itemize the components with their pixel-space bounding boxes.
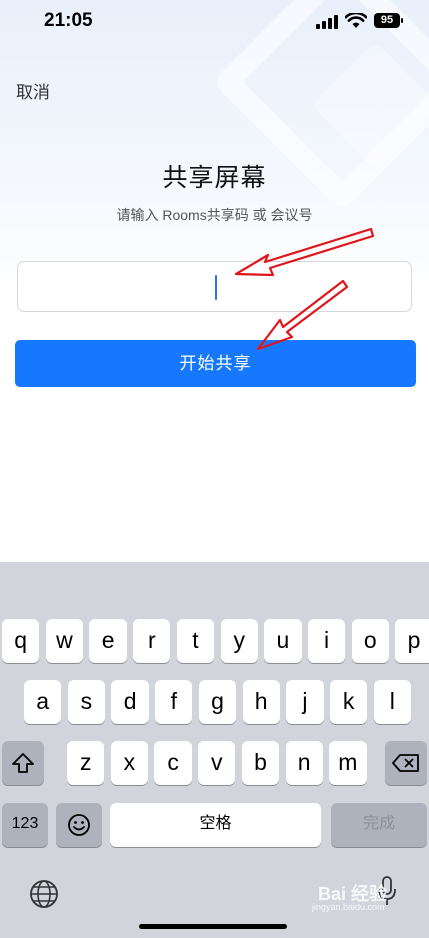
key-t[interactable]: t: [176, 619, 215, 663]
key-a[interactable]: a: [24, 680, 62, 724]
wifi-icon: [345, 13, 367, 28]
backspace-key[interactable]: [385, 741, 427, 785]
emoji-icon: [68, 814, 90, 836]
key-n[interactable]: n: [285, 741, 323, 785]
key-v[interactable]: v: [198, 741, 236, 785]
key-z[interactable]: z: [67, 741, 105, 785]
key-d[interactable]: d: [111, 680, 149, 724]
key-g[interactable]: g: [198, 680, 237, 724]
page-title: 共享屏幕: [162, 164, 267, 192]
home-indicator: [139, 924, 287, 929]
key-c[interactable]: c: [154, 741, 192, 785]
key-h[interactable]: h: [242, 680, 280, 724]
key-r[interactable]: r: [133, 619, 171, 663]
done-key[interactable]: 完成: [331, 803, 427, 847]
key-k[interactable]: k: [329, 680, 368, 724]
numbers-key[interactable]: 123: [2, 803, 48, 847]
emoji-key[interactable]: [56, 803, 102, 847]
shift-key[interactable]: [2, 741, 44, 785]
share-code-input[interactable]: [17, 261, 412, 312]
cellular-signal-icon: [316, 15, 338, 29]
key-s[interactable]: s: [67, 680, 106, 724]
status-time: 21:05: [44, 10, 93, 31]
shift-icon: [12, 753, 34, 773]
status-bar: 21:05 95: [0, 0, 429, 46]
key-w[interactable]: w: [45, 619, 84, 663]
page-subtitle: 请输入 Rooms共享码 或 会议号: [116, 207, 313, 223]
key-e[interactable]: e: [89, 619, 127, 663]
key-m[interactable]: m: [329, 741, 367, 785]
space-key[interactable]: 空格: [110, 803, 321, 847]
key-l[interactable]: l: [373, 680, 411, 724]
key-i[interactable]: i: [307, 619, 346, 663]
text-caret: [215, 275, 217, 300]
key-p[interactable]: p: [395, 619, 429, 663]
watermark-url: jingyan.baidu.com: [312, 902, 385, 912]
key-f[interactable]: f: [155, 680, 193, 724]
battery-tip: [401, 18, 403, 23]
start-sharing-button[interactable]: 开始共享: [15, 340, 416, 387]
key-u[interactable]: u: [264, 619, 302, 663]
cancel-button[interactable]: 取消: [16, 78, 50, 103]
globe-icon[interactable]: [29, 879, 59, 909]
key-x[interactable]: x: [110, 741, 149, 785]
key-o[interactable]: o: [351, 619, 389, 663]
key-j[interactable]: j: [286, 680, 324, 724]
backspace-icon: [392, 754, 419, 772]
battery-icon: 95: [374, 13, 400, 28]
key-q[interactable]: q: [2, 619, 40, 663]
key-y[interactable]: y: [220, 619, 258, 663]
key-b[interactable]: b: [241, 741, 280, 785]
